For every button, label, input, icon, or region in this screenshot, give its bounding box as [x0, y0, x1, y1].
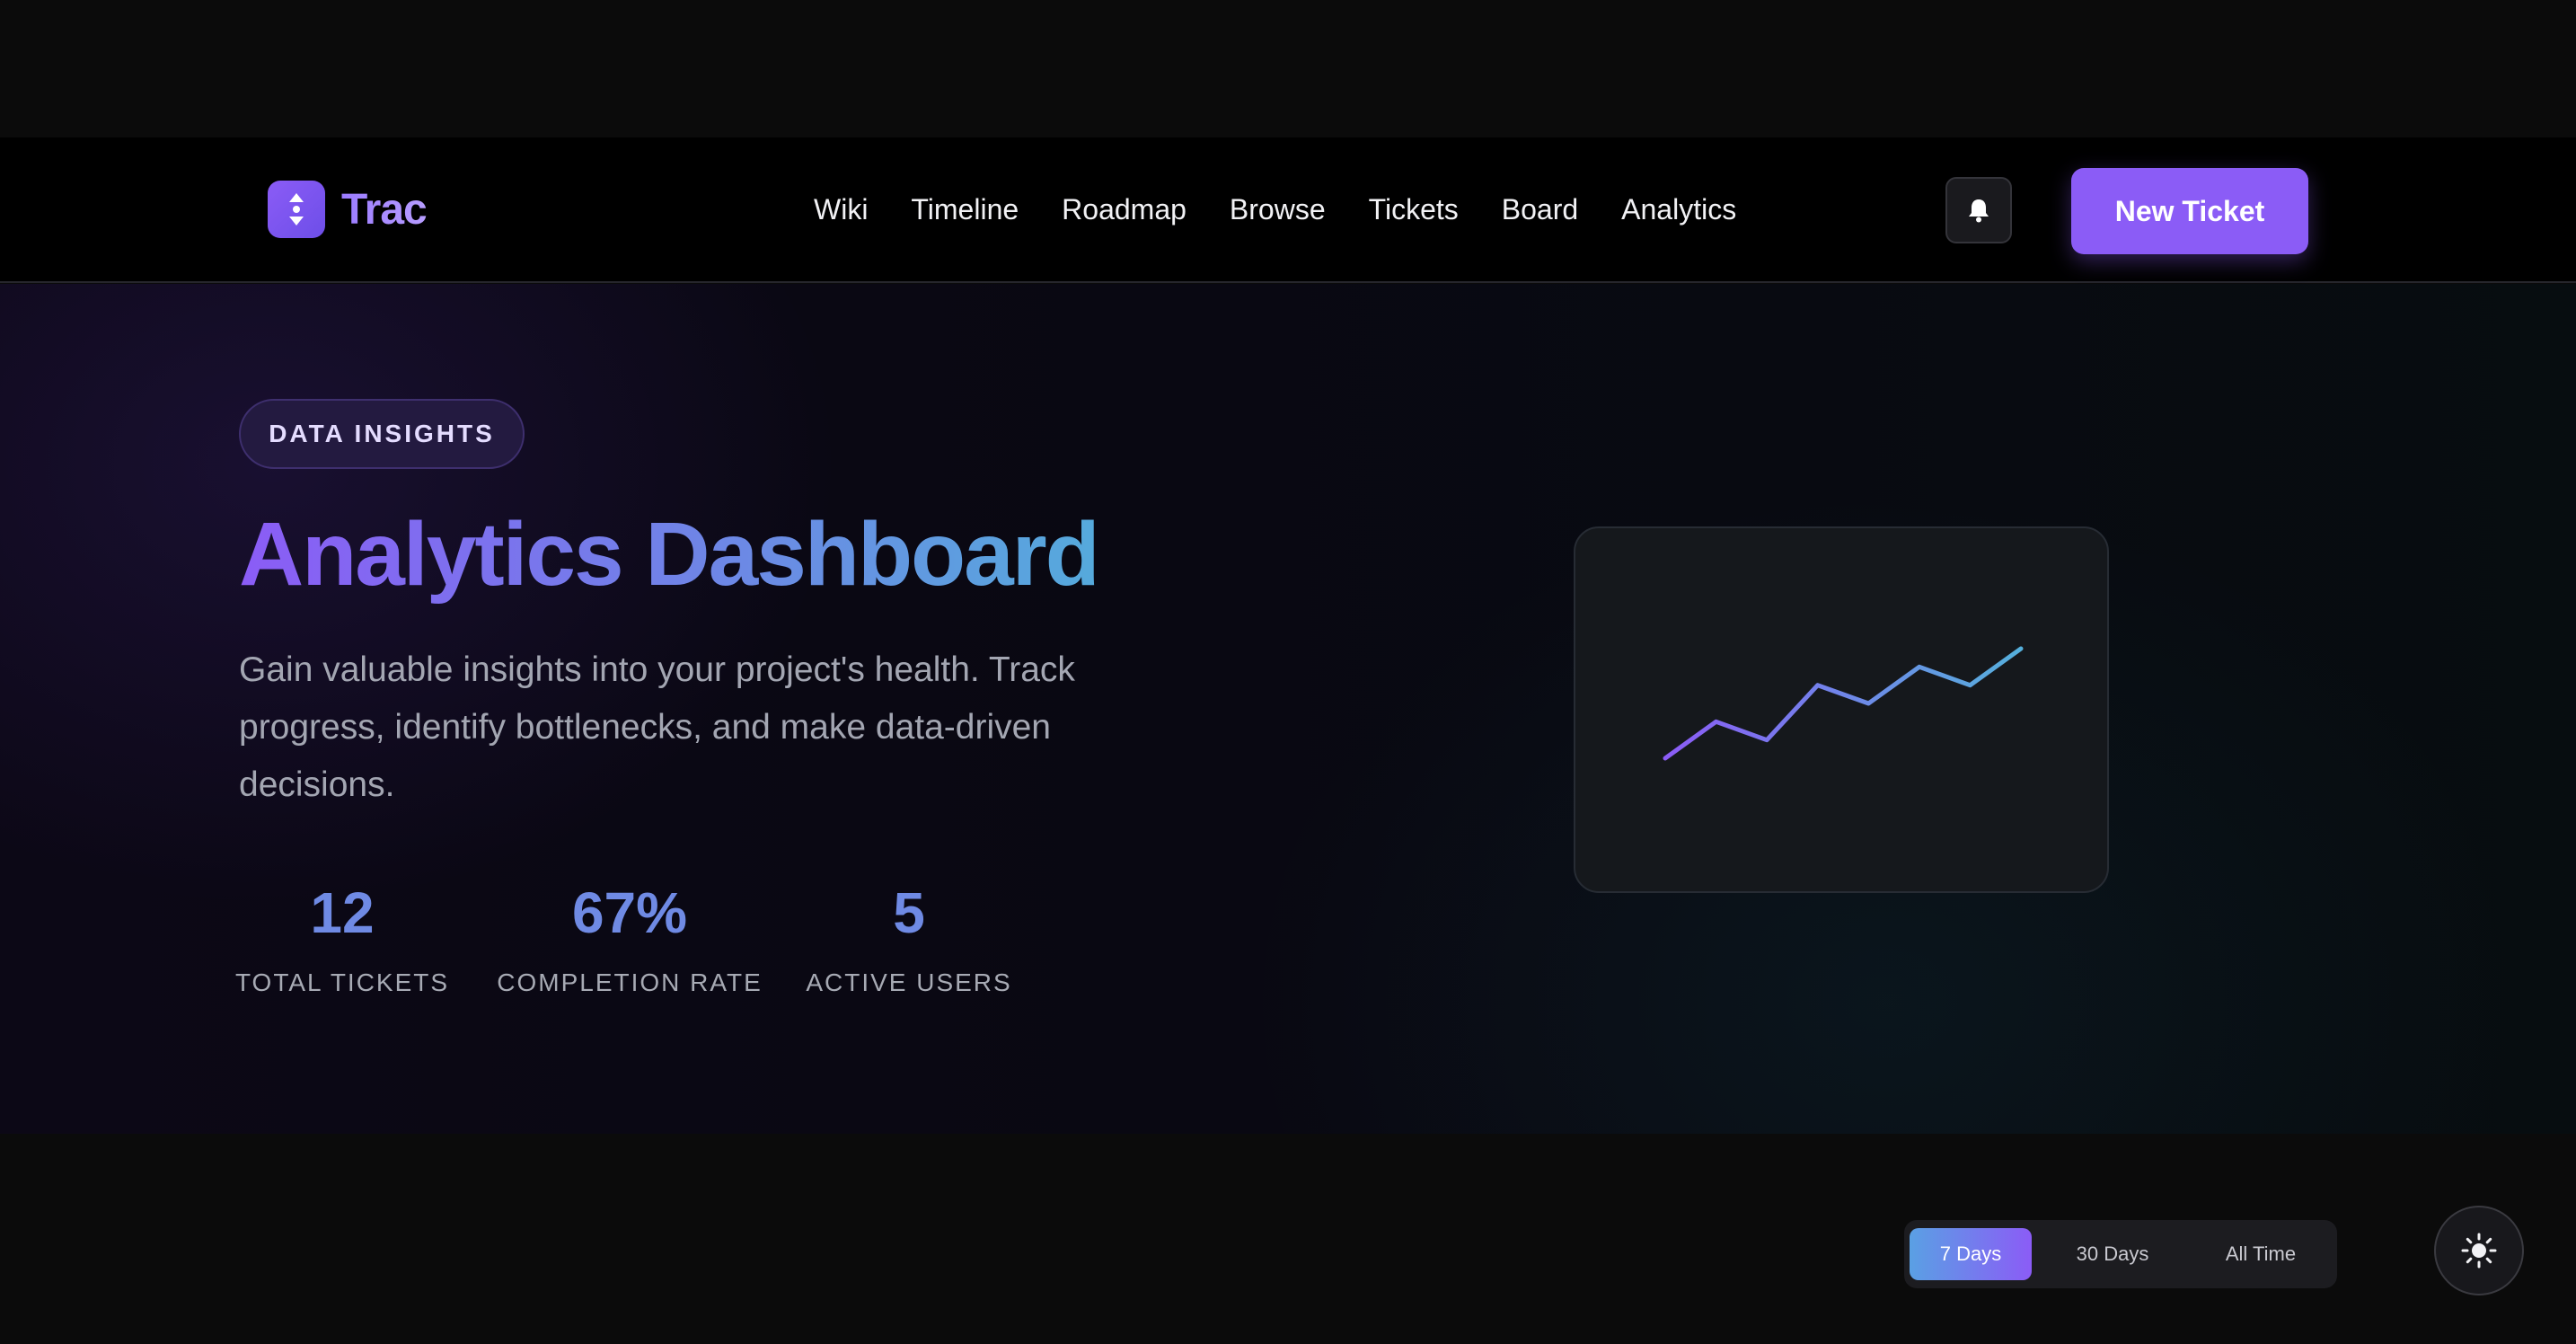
stat-active-users: 5 ACTIVE USERS [806, 877, 1010, 997]
range-7-days[interactable]: 7 Days [1910, 1228, 2032, 1280]
stat-label: COMPLETION RATE [497, 968, 763, 996]
stat-label: ACTIVE USERS [806, 968, 1012, 996]
section-badge: DATA INSIGHTS [239, 399, 525, 469]
time-range-selector: 7 Days 30 Days All Time [1904, 1220, 2337, 1288]
nav-link-roadmap[interactable]: Roadmap [1040, 137, 1208, 281]
top-navigation: Trac Wiki Timeline Roadmap Browse Ticket… [0, 137, 2576, 283]
top-spacer [0, 0, 2576, 137]
range-30-days[interactable]: 30 Days [2032, 1228, 2193, 1280]
bottom-controls: 7 Days 30 Days All Time [0, 1134, 2576, 1344]
stat-total-tickets: 12 TOTAL TICKETS [235, 877, 447, 997]
trend-sparkline [1663, 646, 2024, 761]
sun-icon [2461, 1233, 2497, 1269]
logo-icon [268, 181, 325, 238]
nav-links: Wiki Timeline Roadmap Browse Tickets Boa… [814, 137, 1758, 281]
nav-link-board[interactable]: Board [1480, 137, 1600, 281]
sparkline-line [1663, 646, 2024, 761]
nav-link-tickets[interactable]: Tickets [1347, 137, 1480, 281]
stat-value: 5 [893, 880, 925, 945]
stat-label: TOTAL TICKETS [234, 968, 450, 996]
nav-link-timeline[interactable]: Timeline [889, 137, 1040, 281]
bell-icon [1969, 199, 1989, 223]
notifications-button[interactable] [1945, 177, 2012, 243]
stat-value: 67% [571, 880, 688, 945]
brand-name: Trac [341, 185, 428, 234]
brand-logo[interactable]: Trac [268, 180, 428, 239]
hero-section: DATA INSIGHTS Analytics Dashboard Gain v… [0, 284, 2576, 1134]
nav-link-analytics[interactable]: Analytics [1600, 137, 1758, 281]
stat-value: 12 [310, 880, 375, 945]
trend-chart-card [1574, 526, 2109, 893]
range-all-time[interactable]: All Time [2193, 1228, 2328, 1280]
page-title: Analytics Dashboard [239, 496, 1100, 613]
page: Trac Wiki Timeline Roadmap Browse Ticket… [0, 0, 2576, 1344]
new-ticket-button[interactable]: New Ticket [2071, 168, 2308, 254]
theme-toggle-button[interactable] [2434, 1206, 2524, 1295]
nav-link-wiki[interactable]: Wiki [814, 137, 889, 281]
hero-description: Gain valuable insights into your project… [239, 650, 1075, 804]
stat-completion-rate: 67% COMPLETION RATE [497, 877, 761, 997]
nav-link-browse[interactable]: Browse [1208, 137, 1347, 281]
